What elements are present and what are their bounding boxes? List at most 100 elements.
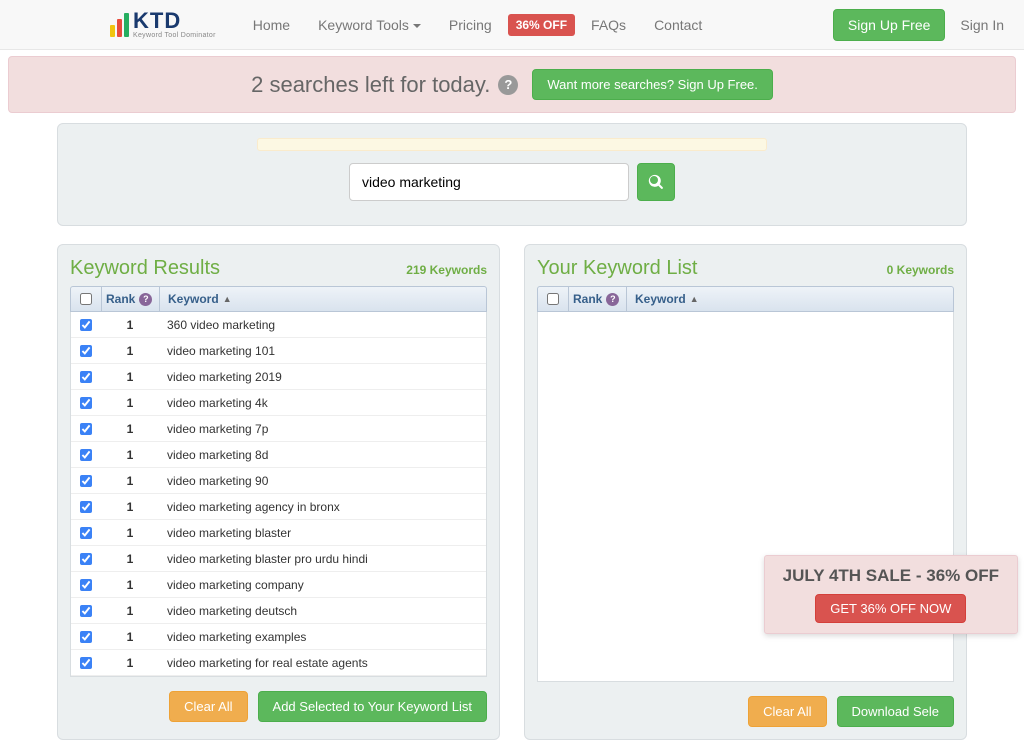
table-row: 1video marketing blaster pro urdu hindi <box>71 546 486 572</box>
row-checkbox[interactable] <box>80 553 92 565</box>
searches-left-alert: 2 searches left for today. ? Want more s… <box>8 56 1016 113</box>
row-checkbox[interactable] <box>80 319 92 331</box>
navbar: KTD Keyword Tool Dominator Home Keyword … <box>0 0 1024 50</box>
nav-keyword-tools-label: Keyword Tools <box>318 17 409 33</box>
table-row: 1video marketing blaster <box>71 520 486 546</box>
row-rank: 1 <box>101 448 159 462</box>
row-rank: 1 <box>101 318 159 332</box>
keyword-results-panel: Keyword Results 219 Keywords Rank? Keywo… <box>57 244 500 740</box>
search-button[interactable] <box>637 163 675 201</box>
row-checkbox[interactable] <box>80 631 92 643</box>
table-row: 1video marketing 90 <box>71 468 486 494</box>
row-checkbox[interactable] <box>80 657 92 669</box>
results-grid-header: Rank? Keyword▲ <box>70 286 487 312</box>
row-keyword: video marketing 2019 <box>159 370 486 384</box>
nav-pricing[interactable]: Pricing <box>437 9 504 41</box>
nav-home[interactable]: Home <box>241 9 302 41</box>
table-row: 1video marketing 4k <box>71 390 486 416</box>
info-strip <box>257 138 767 151</box>
row-rank: 1 <box>101 552 159 566</box>
list-clear-all-button[interactable]: Clear All <box>748 696 826 727</box>
search-icon <box>648 174 664 190</box>
list-col-keyword[interactable]: Keyword▲ <box>626 287 953 311</box>
search-panel <box>57 123 967 226</box>
row-rank: 1 <box>101 578 159 592</box>
brand-logo[interactable]: KTD Keyword Tool Dominator <box>110 10 216 39</box>
row-keyword: video marketing 8d <box>159 448 486 462</box>
help-icon[interactable]: ? <box>606 293 619 306</box>
brand-main: KTD <box>133 10 216 32</box>
results-col-rank[interactable]: Rank? <box>101 287 159 311</box>
list-select-all[interactable] <box>547 293 559 305</box>
nav-contact[interactable]: Contact <box>642 9 714 41</box>
row-checkbox[interactable] <box>80 449 92 461</box>
row-keyword: video marketing company <box>159 578 486 592</box>
table-row: 1video marketing 2019 <box>71 364 486 390</box>
row-keyword: video marketing 4k <box>159 396 486 410</box>
row-rank: 1 <box>101 500 159 514</box>
row-rank: 1 <box>101 396 159 410</box>
results-grid-body: 1360 video marketing1video marketing 101… <box>70 312 487 677</box>
row-checkbox[interactable] <box>80 527 92 539</box>
row-rank: 1 <box>101 474 159 488</box>
promo-cta-button[interactable]: GET 36% OFF NOW <box>815 594 966 623</box>
row-checkbox[interactable] <box>80 397 92 409</box>
row-checkbox[interactable] <box>80 475 92 487</box>
keyword-search-input[interactable] <box>349 163 629 201</box>
row-rank: 1 <box>101 370 159 384</box>
promo-title: JULY 4TH SALE - 36% OFF <box>783 566 999 586</box>
row-checkbox[interactable] <box>80 345 92 357</box>
sale-promo-popup: JULY 4TH SALE - 36% OFF GET 36% OFF NOW <box>764 555 1018 634</box>
help-icon[interactable]: ? <box>498 75 518 95</box>
list-count: 0 Keywords <box>887 263 954 277</box>
row-checkbox[interactable] <box>80 423 92 435</box>
table-row: 1video marketing 7p <box>71 416 486 442</box>
row-keyword: 360 video marketing <box>159 318 486 332</box>
row-checkbox[interactable] <box>80 605 92 617</box>
results-count: 219 Keywords <box>406 263 487 277</box>
list-title: Your Keyword List <box>537 257 697 280</box>
row-keyword: video marketing 90 <box>159 474 486 488</box>
row-rank: 1 <box>101 604 159 618</box>
row-keyword: video marketing 101 <box>159 344 486 358</box>
sort-asc-icon: ▲ <box>223 294 232 304</box>
results-col-keyword[interactable]: Keyword▲ <box>159 287 486 311</box>
results-clear-all-button[interactable]: Clear All <box>169 691 247 722</box>
row-keyword: video marketing blaster <box>159 526 486 540</box>
discount-badge[interactable]: 36% OFF <box>508 14 575 36</box>
table-row: 1video marketing 8d <box>71 442 486 468</box>
signin-link[interactable]: Sign In <box>960 17 1004 33</box>
row-keyword: video marketing for real estate agents <box>159 656 486 670</box>
help-icon[interactable]: ? <box>139 293 152 306</box>
table-row: 1video marketing for real estate agents <box>71 650 486 676</box>
row-keyword: video marketing agency in bronx <box>159 500 486 514</box>
table-row: 1video marketing examples <box>71 624 486 650</box>
row-checkbox[interactable] <box>80 371 92 383</box>
row-keyword: video marketing deutsch <box>159 604 486 618</box>
download-selected-button[interactable]: Download Sele <box>837 696 954 727</box>
list-col-rank[interactable]: Rank? <box>568 287 626 311</box>
table-row: 1video marketing company <box>71 572 486 598</box>
row-keyword: video marketing 7p <box>159 422 486 436</box>
your-keyword-list-panel: Your Keyword List 0 Keywords Rank? Keywo… <box>524 244 967 740</box>
brand-sub: Keyword Tool Dominator <box>133 32 216 39</box>
nav-faqs[interactable]: FAQs <box>579 9 638 41</box>
row-checkbox[interactable] <box>80 501 92 513</box>
row-keyword: video marketing blaster pro urdu hindi <box>159 552 486 566</box>
row-checkbox[interactable] <box>80 579 92 591</box>
signup-button[interactable]: Sign Up Free <box>833 9 945 41</box>
results-select-all[interactable] <box>80 293 92 305</box>
row-rank: 1 <box>101 422 159 436</box>
row-rank: 1 <box>101 344 159 358</box>
nav-items: Home Keyword Tools Pricing 36% OFF FAQs … <box>241 9 715 41</box>
list-grid-header: Rank? Keyword▲ <box>537 286 954 312</box>
row-keyword: video marketing examples <box>159 630 486 644</box>
row-rank: 1 <box>101 656 159 670</box>
table-row: 1360 video marketing <box>71 312 486 338</box>
table-row: 1video marketing 101 <box>71 338 486 364</box>
row-rank: 1 <box>101 630 159 644</box>
nav-keyword-tools[interactable]: Keyword Tools <box>306 9 433 41</box>
logo-bars-icon <box>110 13 129 37</box>
want-more-button[interactable]: Want more searches? Sign Up Free. <box>532 69 773 100</box>
add-selected-button[interactable]: Add Selected to Your Keyword List <box>258 691 487 722</box>
